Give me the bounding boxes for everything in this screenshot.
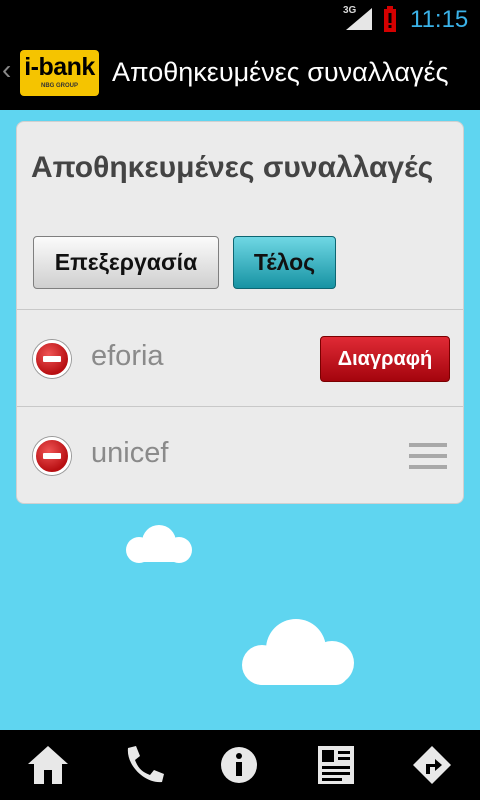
home-icon[interactable] [26,744,70,786]
cloud-icon [126,525,192,563]
bottom-nav [0,730,480,800]
divider [17,309,463,310]
delete-button[interactable]: Διαγραφή [320,336,450,382]
directions-icon[interactable] [410,744,454,786]
saved-transactions-card: Αποθηκευμένες συναλλαγές Επεξεργασία Τέλ… [16,121,464,504]
clock: 11:15 [410,6,469,33]
divider [17,406,463,407]
drag-handle-icon[interactable] [409,443,447,473]
remove-minus-icon[interactable] [33,437,71,475]
done-button[interactable]: Τέλος [233,236,336,289]
logo-sub: NBG GROUP [40,83,78,89]
contacts-icon[interactable] [314,744,358,786]
list-item-name[interactable]: unicef [91,437,168,470]
info-icon[interactable] [217,744,261,786]
remove-minus-icon[interactable] [33,340,71,378]
list-item-name[interactable]: eforia [91,340,164,373]
signal-icon [346,8,372,30]
phone-icon[interactable] [122,744,166,786]
edit-button[interactable]: Επεξεργασία [33,236,219,289]
card-title: Αποθηκευμένες συναλλαγές [31,151,434,184]
status-bar: 3G 11:15 [0,0,480,38]
ibank-logo[interactable]: i-bank NBG GROUP [20,50,99,96]
cloud-icon [242,619,354,685]
action-bar-title: Αποθηκευμένες συναλλαγές [112,57,472,88]
action-bar-title-text: Αποθηκευμένες συναλλαγές [112,57,449,87]
battery-alert-icon [384,6,396,32]
logo-brand: i-bank [24,53,95,81]
action-bar: ‹ i-bank NBG GROUP Αποθηκευμένες συναλλα… [0,38,480,110]
back-chevron-icon[interactable]: ‹ [2,56,11,84]
